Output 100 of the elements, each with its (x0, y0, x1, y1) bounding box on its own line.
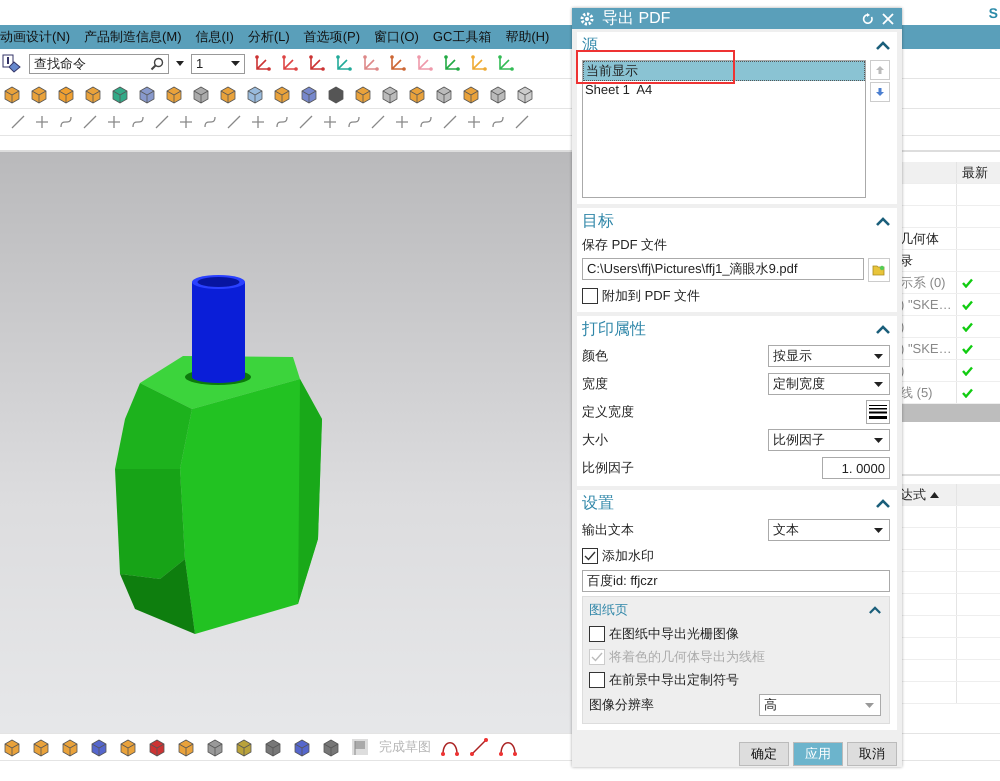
cube-icon[interactable] (461, 84, 481, 104)
cube-icon[interactable] (326, 84, 346, 104)
menu-item[interactable]: 动画设计(N) (0, 28, 70, 46)
coordinate-axes-icon[interactable] (387, 54, 407, 74)
dropdown[interactable]: 按显示 (768, 345, 890, 367)
sketch-tool-icon[interactable] (346, 114, 362, 130)
sketch-tool-icon[interactable] (250, 114, 266, 130)
menu-item[interactable]: 产品制造信息(M) (84, 28, 182, 46)
cube-icon[interactable] (263, 737, 283, 757)
cube-icon[interactable] (60, 737, 80, 757)
cube-icon[interactable] (515, 84, 535, 104)
menu-item[interactable]: 信息(I) (196, 28, 234, 46)
cube-icon[interactable] (164, 84, 184, 104)
sketch-tool-icon[interactable] (10, 114, 26, 130)
move-down-button[interactable] (870, 82, 890, 102)
menu-item[interactable]: 帮助(H) (505, 28, 550, 46)
menu-item[interactable]: 分析(L) (248, 28, 290, 46)
cube-icon[interactable] (89, 737, 109, 757)
cube-icon[interactable] (218, 84, 238, 104)
cube-icon[interactable] (321, 737, 341, 757)
cube-icon[interactable] (245, 84, 265, 104)
cube-icon[interactable] (29, 84, 49, 104)
list-item[interactable]: Sheet 1 A4 (583, 81, 865, 99)
sketch-tool-icon[interactable] (58, 114, 74, 130)
reset-icon[interactable] (862, 12, 874, 24)
checkbox[interactable] (589, 672, 605, 688)
info-icon[interactable] (2, 54, 22, 74)
sketch-tool-icon[interactable] (298, 114, 314, 130)
cube-icon[interactable] (137, 84, 157, 104)
cube-icon[interactable] (353, 84, 373, 104)
checkbox[interactable] (582, 288, 598, 304)
sketch-tool-icon[interactable] (130, 114, 146, 130)
coordinate-axes-icon[interactable] (279, 54, 299, 74)
sketch-tool-icon[interactable] (442, 114, 458, 130)
checkbox[interactable] (582, 548, 598, 564)
sketch-tool-icon[interactable] (514, 114, 530, 130)
collapse-chevron-icon[interactable] (876, 324, 890, 334)
cube-icon[interactable] (56, 84, 76, 104)
collapse-chevron-icon[interactable] (876, 40, 890, 50)
menu-item[interactable]: 首选项(P) (304, 28, 360, 46)
cube-icon[interactable] (234, 737, 254, 757)
cube-icon[interactable] (205, 737, 225, 757)
sketch-tool-icon[interactable] (394, 114, 410, 130)
coordinate-axes-icon[interactable] (306, 54, 326, 74)
cube-icon[interactable] (434, 84, 454, 104)
navigator-node[interactable]: 几何体 (900, 230, 939, 248)
cube-icon[interactable] (272, 84, 292, 104)
scrollbar[interactable] (900, 404, 1000, 422)
coordinate-axes-icon[interactable] (252, 54, 272, 74)
sketch-tool-icon[interactable] (490, 114, 506, 130)
cube-icon[interactable] (147, 737, 167, 757)
sketch-tool-icon[interactable] (418, 114, 434, 130)
cube-icon[interactable] (31, 737, 51, 757)
close-icon[interactable] (882, 12, 894, 24)
collapse-chevron-icon[interactable] (876, 216, 890, 226)
cube-icon[interactable] (299, 84, 319, 104)
dialog-button[interactable]: 确定 (739, 742, 789, 766)
dialog-button[interactable]: 取消 (847, 742, 897, 766)
cube-icon[interactable] (2, 84, 22, 104)
collapse-chevron-icon[interactable] (876, 498, 890, 508)
cube-icon[interactable] (110, 84, 130, 104)
sketch-tool-icon[interactable] (34, 114, 50, 130)
dropdown[interactable]: 文本 (768, 519, 890, 541)
watermark-text-field[interactable]: 百度id: ffjczr (582, 570, 890, 592)
cube-icon[interactable] (292, 737, 312, 757)
sketch-curve-icon[interactable] (469, 737, 489, 757)
cube-icon[interactable] (407, 84, 427, 104)
dropdown[interactable]: 定制宽度 (768, 373, 890, 395)
menu-item[interactable]: 窗口(O) (374, 28, 419, 46)
sketch-tool-icon[interactable] (226, 114, 242, 130)
cube-icon[interactable] (118, 737, 138, 757)
coordinate-axes-icon[interactable] (441, 54, 461, 74)
sketch-tool-icon[interactable] (154, 114, 170, 130)
list-item[interactable]: 当前显示 (583, 61, 865, 81)
sketch-tool-icon[interactable] (202, 114, 218, 130)
dropdown[interactable]: 高 (759, 694, 881, 716)
checkbox[interactable] (589, 626, 605, 642)
sketch-tool-icon[interactable] (370, 114, 386, 130)
number-field[interactable]: 1. 0000 (822, 457, 890, 479)
sketch-tool-icon[interactable] (106, 114, 122, 130)
file-path-field[interactable]: C:\Users\ffj\Pictures\ffj1_滴眼水9.pdf (582, 258, 864, 280)
browse-button[interactable] (868, 258, 890, 282)
sketch-tool-icon[interactable] (274, 114, 290, 130)
cube-icon[interactable] (380, 84, 400, 104)
search-field[interactable]: 查找命令 (29, 54, 169, 74)
coordinate-axes-icon[interactable] (333, 54, 353, 74)
line-width-button[interactable] (866, 400, 890, 424)
sketch-tool-icon[interactable] (178, 114, 194, 130)
coordinate-axes-icon[interactable] (360, 54, 380, 74)
menu-item[interactable]: GC工具箱 (432, 28, 492, 46)
dropdown[interactable]: 比例因子 (768, 429, 890, 451)
sketch-tool-icon[interactable] (322, 114, 338, 130)
sketch-tool-icon[interactable] (82, 114, 98, 130)
caret-icon[interactable] (176, 60, 184, 66)
cube-icon[interactable] (488, 84, 508, 104)
collapse-chevron-icon[interactable] (869, 606, 881, 614)
cube-icon[interactable] (83, 84, 103, 104)
layer-dropdown[interactable]: 1 (191, 54, 245, 74)
cube-icon[interactable] (176, 737, 196, 757)
cube-icon[interactable] (191, 84, 211, 104)
